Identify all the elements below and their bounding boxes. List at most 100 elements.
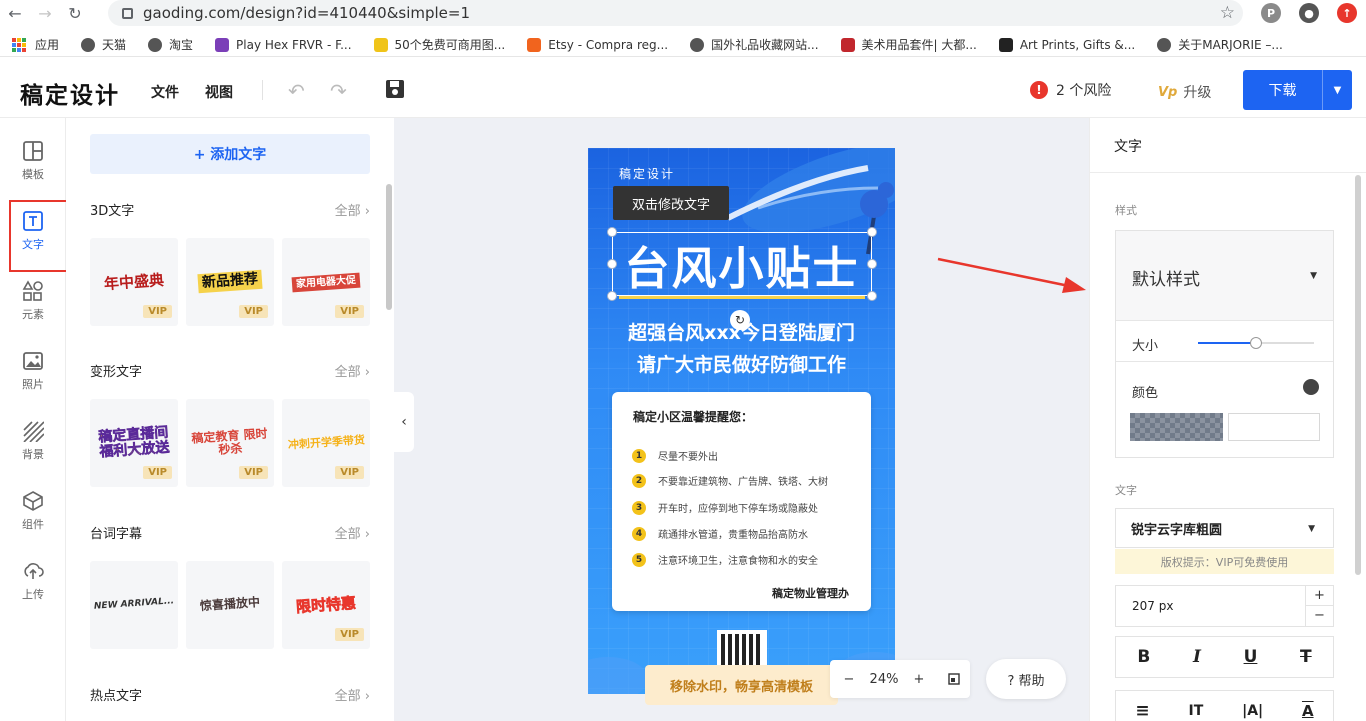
panel-divider — [1090, 172, 1366, 173]
see-all-link[interactable]: 全部 › — [335, 523, 370, 542]
star-icon[interactable]: ☆ — [1220, 3, 1235, 23]
font-size-field[interactable]: 207 px + − — [1115, 585, 1334, 627]
nav-template[interactable]: 模板 — [0, 136, 66, 196]
reload-icon[interactable]: ↻ — [60, 0, 90, 26]
text-template-tile[interactable]: 稿定教育 限时秒杀 VIP — [186, 399, 274, 487]
bookmark-item[interactable]: Etsy - Compra reg... — [527, 37, 669, 52]
risk-indicator[interactable]: ! 2 个风险 — [1030, 80, 1111, 100]
bookmark-item[interactable]: Play Hex FRVR - F... — [215, 37, 352, 52]
annotation-arrow — [937, 257, 1086, 293]
strikethrough-button[interactable]: T — [1300, 647, 1312, 667]
tip-item: 4 疏通排水管道，贵重物品抬高防水 — [632, 526, 808, 541]
tip-number: 4 — [632, 526, 646, 541]
resize-handle[interactable] — [867, 227, 877, 237]
font-family-select[interactable]: 锐宇云字库粗圆 ▼ — [1115, 508, 1334, 548]
bookmark-item[interactable]: 50个免费可商用图... — [373, 36, 505, 53]
zoom-out-button[interactable]: − — [830, 672, 868, 687]
nav-upload[interactable]: 上传 — [0, 556, 66, 616]
underline-button[interactable]: U — [1244, 647, 1258, 667]
vertical-text-button[interactable]: IT — [1188, 703, 1203, 719]
app-logo[interactable]: 稿定设计 — [20, 76, 120, 110]
remove-watermark-button[interactable]: 移除水印，畅享高清模板 — [645, 665, 838, 705]
align-left-button[interactable]: ≡ — [1135, 701, 1149, 721]
poster-subtitle-1[interactable]: 超强台风xxx今日登陆厦门 — [588, 318, 895, 345]
resize-handle[interactable] — [607, 227, 617, 237]
text-template-tile[interactable]: 限时特惠 VIP — [282, 561, 370, 649]
resize-handle[interactable] — [607, 259, 617, 269]
nav-background[interactable]: 背景 — [0, 416, 66, 476]
bookmark-item[interactable]: Art Prints, Gifts &... — [998, 37, 1135, 52]
italic-button[interactable]: I — [1193, 647, 1201, 667]
app-header: 稿定设计 文件 视图 ↶ ↷ ! 2 个风险 Vp 升级 下载 ▼ — [0, 62, 1366, 118]
redo-icon[interactable]: ↷ — [330, 79, 347, 103]
poster-subtitle-2[interactable]: 请广大市民做好防御工作 — [588, 350, 895, 377]
text-template-tile[interactable]: 家用电器大促 VIP — [282, 238, 370, 326]
panel-scrollbar[interactable] — [386, 184, 392, 310]
color-swatch-white[interactable] — [1228, 413, 1320, 441]
panel-scrollbar[interactable] — [1355, 175, 1361, 575]
address-bar[interactable]: gaoding.com/design?id=410440&simple=1 ☆ — [108, 0, 1243, 26]
letter-spacing-button[interactable]: |A| — [1242, 703, 1263, 719]
save-icon[interactable] — [385, 79, 405, 104]
upgrade-button[interactable]: Vp 升级 — [1158, 82, 1211, 102]
chevron-down-icon[interactable]: ▼ — [1322, 70, 1352, 110]
bold-button[interactable]: B — [1137, 647, 1150, 667]
see-all-link[interactable]: 全部 › — [335, 361, 370, 380]
palette-icon[interactable] — [1303, 379, 1319, 395]
selection-box[interactable] — [612, 232, 872, 296]
text-template-tile[interactable]: 稿定直播间 福利大放送 VIP — [90, 399, 178, 487]
see-all-link[interactable]: 全部 › — [335, 200, 370, 219]
resize-handle[interactable] — [867, 259, 877, 269]
section-title: 变形文字 — [90, 365, 143, 380]
nav-component[interactable]: 组件 — [0, 486, 66, 546]
nav-photo[interactable]: 照片 — [0, 346, 66, 406]
browser-toolbar: ← → ↻ gaoding.com/design?id=410440&simpl… — [0, 0, 1366, 26]
color-swatch-transparent[interactable] — [1130, 413, 1223, 441]
notice-card[interactable]: 稿定小区温馨提醒您： 1 尽量不要外出 2 不要靠近建筑物、广告牌、铁塔、大树 3开… — [612, 392, 871, 611]
text-template-tile[interactable]: 新品推荐 VIP — [186, 238, 274, 326]
text-template-tile[interactable]: 惊喜播放中 — [186, 561, 274, 649]
forward-icon[interactable]: → — [30, 0, 60, 26]
apps-icon — [12, 37, 26, 52]
text-template-tile[interactable]: 年中盛典 VIP — [90, 238, 178, 326]
add-text-button[interactable]: + 添加文字 — [90, 134, 370, 174]
back-icon[interactable]: ← — [0, 0, 30, 26]
text-template-tile[interactable]: 冲刺开学季带货 VIP — [282, 399, 370, 487]
undo-icon[interactable]: ↶ — [288, 79, 305, 103]
nav-label: 模板 — [22, 168, 44, 181]
font-size-stepper[interactable]: + − — [1305, 586, 1333, 626]
bookmark-item[interactable]: 美术用品套件| 大都... — [840, 36, 977, 53]
menu-file[interactable]: 文件 — [151, 82, 179, 102]
menu-view[interactable]: 视图 — [205, 82, 233, 102]
resize-handle[interactable] — [607, 291, 617, 301]
fit-screen-icon[interactable] — [938, 673, 970, 685]
tip-item: 3 开车时，应停到地下停车场或隐蔽处 — [632, 500, 818, 515]
vip-badge: VIP — [143, 305, 172, 318]
download-button[interactable]: 下载 ▼ — [1243, 70, 1352, 110]
update-icon[interactable]: ↑ — [1337, 3, 1357, 23]
bookmark-item[interactable]: 关于MARJORIE –... — [1157, 36, 1283, 53]
see-all-link[interactable]: 全部 › — [335, 685, 370, 704]
bookmark-item[interactable]: 应用 — [12, 36, 59, 53]
collapse-panel-button[interactable]: ‹ — [394, 392, 414, 452]
bookmark-item[interactable]: 国外礼品收藏网站... — [690, 36, 819, 53]
bookmark-item[interactable]: 淘宝 — [148, 36, 193, 53]
nav-elements[interactable]: 元素 — [0, 276, 66, 336]
line-height-button[interactable]: A — [1302, 702, 1314, 720]
slider-knob[interactable] — [1250, 337, 1262, 349]
resize-handle[interactable] — [867, 291, 877, 301]
zoom-in-button[interactable]: + — [900, 672, 938, 687]
size-slider[interactable] — [1198, 337, 1314, 349]
vip-badge: VIP — [335, 466, 364, 479]
help-button[interactable]: ? 帮助 — [986, 659, 1066, 699]
decrease-button[interactable]: − — [1306, 606, 1333, 626]
style-preset-select[interactable]: 默认样式 ▼ — [1116, 231, 1333, 321]
bookmark-item[interactable]: 天猫 — [81, 36, 126, 53]
bookmark-label: Etsy - Compra reg... — [548, 37, 669, 52]
profile-icon[interactable]: ● — [1299, 3, 1319, 23]
pinterest-icon[interactable]: P — [1261, 3, 1281, 23]
text-template-tile[interactable]: NEW ARRIVAL... — [90, 561, 178, 649]
section-hot-text: 热点文字 全部 › — [90, 685, 370, 704]
increase-button[interactable]: + — [1306, 586, 1333, 606]
upgrade-label: 升级 — [1183, 85, 1212, 101]
